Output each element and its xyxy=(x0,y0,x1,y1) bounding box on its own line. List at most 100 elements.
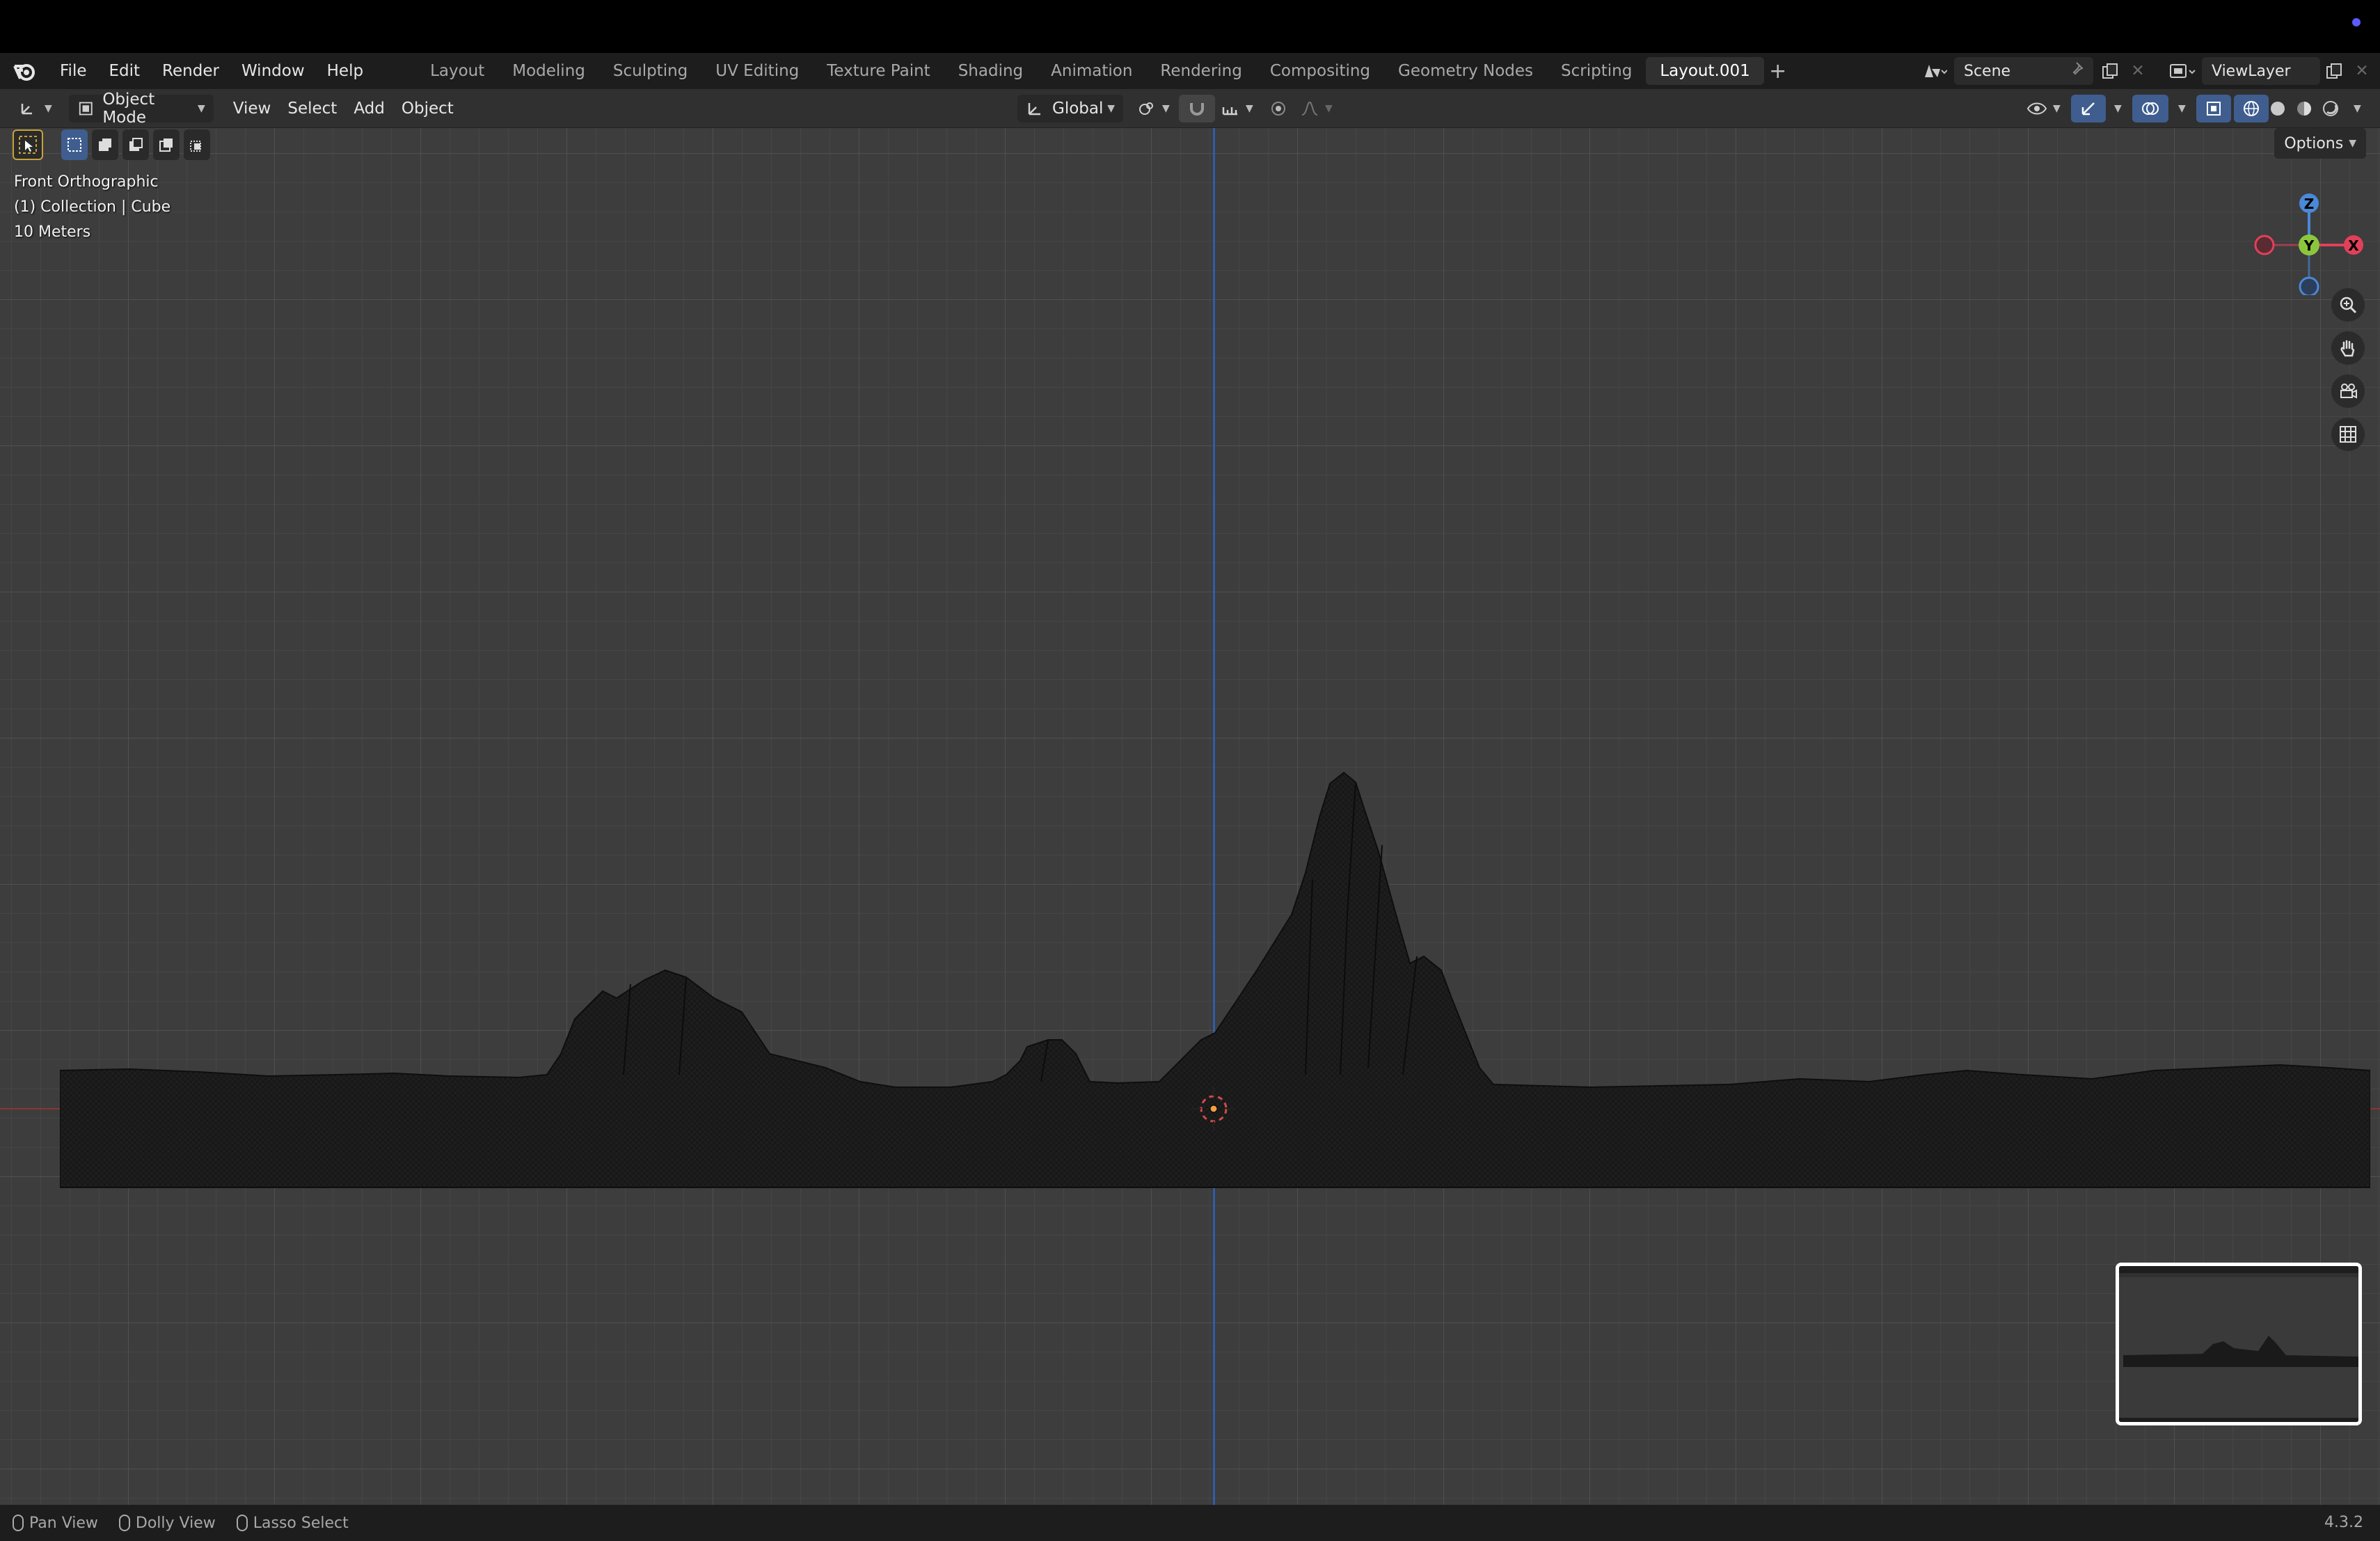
options-label: Options xyxy=(2284,134,2344,152)
xray-toggle[interactable] xyxy=(2196,94,2231,123)
collection-info-label: (1) Collection | Cube xyxy=(14,198,171,216)
pin-icon[interactable] xyxy=(2071,61,2086,81)
tab-rendering[interactable]: Rendering xyxy=(1146,57,1255,85)
neg-z-axis-ball xyxy=(2299,276,2319,295)
mode-dropdown[interactable]: Object Mode ▼ xyxy=(68,90,214,127)
navigation-gizmo[interactable]: Z Y X xyxy=(2241,170,2380,295)
shading-rendered-button[interactable] xyxy=(2313,95,2348,123)
view-layer-field[interactable]: ViewLayer xyxy=(2202,57,2320,85)
new-scene-icon[interactable] xyxy=(2096,57,2124,85)
transform-orientation-icon xyxy=(1028,102,1040,115)
select-mode-difference[interactable] xyxy=(153,129,180,160)
zoom-button[interactable] xyxy=(2331,288,2365,322)
chevron-down-icon: ▼ xyxy=(1246,102,1253,114)
tab-geometry-nodes[interactable]: Geometry Nodes xyxy=(1384,57,1547,85)
status-dolly-label: Dolly View xyxy=(135,1514,216,1532)
xray-icon xyxy=(2207,101,2221,116)
menu-file[interactable]: File xyxy=(49,53,98,89)
snap-increment-icon xyxy=(1222,106,1237,115)
mouse-right-icon xyxy=(236,1515,248,1531)
orientation-dropdown[interactable]: Global ▼ xyxy=(1017,94,1123,123)
select-mode-subtract[interactable] xyxy=(122,129,149,160)
hand-icon xyxy=(2340,340,2355,357)
tab-layout-001[interactable]: Layout.001 xyxy=(1646,57,1764,85)
add-workspace-icon[interactable]: + xyxy=(1764,59,1792,84)
cursor-select-icon xyxy=(19,136,37,154)
3d-viewport[interactable]: Front Orthographic (1) Collection | Cube… xyxy=(0,128,2380,1505)
menu-view[interactable]: View xyxy=(225,95,280,123)
tab-scripting[interactable]: Scripting xyxy=(1547,57,1646,85)
overlays-toggle[interactable] xyxy=(2132,94,2168,123)
select-new-icon xyxy=(68,138,81,152)
chevron-down-icon: ▼ xyxy=(45,102,52,114)
pivot-point-button[interactable]: ▼ xyxy=(1129,95,1178,123)
scene-type-icon[interactable] xyxy=(1915,57,1954,85)
magnet-icon xyxy=(1190,102,1204,116)
tab-uv-editing[interactable]: UV Editing xyxy=(701,57,813,85)
zoom-icon xyxy=(2340,297,2357,314)
menu-help[interactable]: Help xyxy=(316,53,374,89)
delete-scene-icon[interactable]: ✕ xyxy=(2124,57,2152,85)
tab-compositing[interactable]: Compositing xyxy=(1256,57,1384,85)
select-mode-intersect[interactable] xyxy=(184,129,210,160)
solid-sphere-icon xyxy=(2271,101,2285,116)
select-mode-new[interactable] xyxy=(61,129,88,160)
object-visibility-button[interactable]: ▼ xyxy=(2018,95,2069,123)
selection-tool-row xyxy=(13,128,210,161)
delete-view-layer-icon[interactable]: ✕ xyxy=(2348,57,2376,85)
tab-texture-paint[interactable]: Texture Paint xyxy=(813,57,944,85)
proportional-falloff-button[interactable]: ▼ xyxy=(1292,95,1341,123)
gizmo-y-label: Y xyxy=(2303,237,2315,254)
tab-modeling[interactable]: Modeling xyxy=(498,57,599,85)
snap-target-button[interactable]: ▼ xyxy=(1212,95,1262,123)
gizmo-toggle[interactable] xyxy=(2071,94,2106,123)
menu-select[interactable]: Select xyxy=(279,95,345,123)
select-box-tool[interactable] xyxy=(13,129,43,160)
scene-name: Scene xyxy=(1964,62,2011,80)
menu-add[interactable]: Add xyxy=(345,95,393,123)
status-lasso-select: Lasso Select xyxy=(236,1515,349,1532)
camera-view-button[interactable] xyxy=(2331,374,2365,408)
tab-animation[interactable]: Animation xyxy=(1037,57,1146,85)
gizmo-z-label: Z xyxy=(2304,196,2315,212)
new-view-layer-icon[interactable] xyxy=(2320,57,2348,85)
menu-object[interactable]: Object xyxy=(393,95,462,123)
proportional-editing-toggle[interactable] xyxy=(1261,95,1296,123)
menu-render[interactable]: Render xyxy=(151,53,230,89)
mouse-middle-icon xyxy=(118,1515,130,1531)
macos-menu-area xyxy=(0,0,2380,53)
tab-sculpting[interactable]: Sculpting xyxy=(599,57,701,85)
options-dropdown[interactable]: Options ▼ xyxy=(2274,128,2366,159)
gizmo-options-chevron[interactable]: ▼ xyxy=(2114,103,2122,114)
view-name-label: Front Orthographic xyxy=(14,173,159,191)
scene-selector-area: Scene ✕ ViewLayer ✕ xyxy=(1915,53,2380,89)
screenshot-thumbnail[interactable] xyxy=(2116,1263,2362,1425)
pan-button[interactable] xyxy=(2331,331,2365,365)
scene-name-field[interactable]: Scene xyxy=(1954,57,2093,85)
workspace-tabs: Layout Modeling Sculpting UV Editing Tex… xyxy=(416,53,1792,89)
thumbnail-preview-image xyxy=(2119,1266,2358,1422)
tab-layout[interactable]: Layout xyxy=(416,57,498,85)
navigation-buttons xyxy=(2331,288,2365,451)
snap-toggle[interactable] xyxy=(1179,94,1215,123)
view-layer-icon[interactable] xyxy=(2163,57,2202,85)
chevron-down-icon: ▼ xyxy=(1325,102,1333,114)
menu-edit[interactable]: Edit xyxy=(98,53,152,89)
menu-window[interactable]: Window xyxy=(230,53,316,89)
select-subtract-icon xyxy=(129,138,143,151)
status-dolly-view: Dolly View xyxy=(118,1514,216,1532)
shading-options-chevron[interactable]: ▼ xyxy=(2354,103,2361,114)
blender-logo-icon[interactable] xyxy=(11,57,39,85)
falloff-curve-icon xyxy=(1301,101,1318,116)
select-extend-icon xyxy=(99,139,111,151)
orthographic-toggle-button[interactable] xyxy=(2331,418,2365,451)
3d-cursor-icon[interactable] xyxy=(1191,1086,1236,1131)
tab-shading[interactable]: Shading xyxy=(944,57,1037,85)
grid-scale-label: 10 Meters xyxy=(14,223,91,241)
editor-type-button[interactable]: ▼ xyxy=(10,95,61,123)
viewport-header: ▼ Object Mode ▼ View Select Add Object G… xyxy=(0,89,2380,128)
select-mode-extend[interactable] xyxy=(92,129,118,160)
blender-version: 4.3.2 xyxy=(2324,1514,2363,1531)
overlays-options-chevron[interactable]: ▼ xyxy=(2178,103,2186,114)
chevron-down-icon: ▼ xyxy=(2349,138,2356,149)
